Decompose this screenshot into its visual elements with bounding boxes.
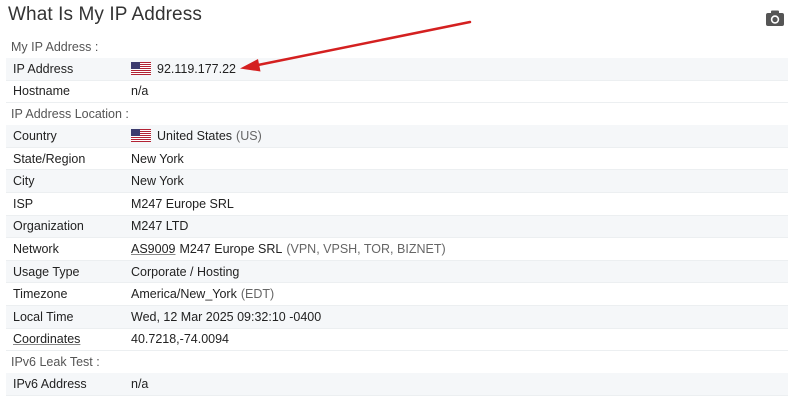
country-value: United States (US): [131, 129, 262, 143]
city-value: New York: [131, 174, 184, 189]
network-tags: (VPN, VPSH, TOR, BIZNET): [286, 241, 446, 256]
row-city: City New York: [6, 170, 788, 193]
city-label: City: [13, 174, 35, 189]
hostname-value: n/a: [131, 84, 149, 99]
local-time-label: Local Time: [13, 309, 74, 324]
row-local-time: Local Time Wed, 12 Mar 2025 09:32:10 -04…: [6, 305, 788, 329]
country-name: United States: [157, 128, 233, 143]
row-organization: Organization M247 LTD: [6, 215, 788, 239]
usage-type-value: Corporate / Hosting: [131, 264, 240, 279]
row-timezone: Timezone America/New_York (EDT): [6, 283, 788, 306]
state-value: New York: [131, 151, 184, 166]
us-flag-icon: [131, 129, 151, 143]
row-country: Country United States (US): [6, 125, 788, 148]
timezone-abbr: (EDT): [240, 287, 275, 302]
coordinates-value: 40.7218,-74.0094: [131, 332, 230, 347]
page-title: What Is My IP Address: [8, 4, 202, 25]
state-label: State/Region: [13, 151, 86, 166]
hostname-label: Hostname: [13, 84, 70, 99]
section-header-location: IP Address Location :: [6, 103, 788, 126]
timezone-name: America/New_York: [131, 287, 237, 302]
timezone-label: Timezone: [13, 287, 68, 302]
row-isp: ISP M247 Europe SRL: [6, 192, 788, 216]
row-state: State/Region New York: [6, 147, 788, 171]
section-header-ipv6: IPv6 Leak Test :: [6, 351, 788, 374]
row-coordinates: Coordinates 40.7218,-74.0094: [6, 328, 788, 352]
ip-address-text[interactable]: 92.119.177.22: [157, 62, 236, 76]
ipv6-address-value: n/a: [131, 376, 149, 391]
ipv6-address-label: IPv6 Address: [13, 376, 87, 391]
network-value: AS9009 M247 Europe SRL (VPN, VPSH, TOR, …: [131, 242, 446, 256]
usage-type-label: Usage Type: [13, 264, 80, 279]
timezone-value: America/New_York (EDT): [131, 287, 274, 301]
network-label: Network: [13, 241, 59, 256]
us-flag-icon: [131, 62, 151, 76]
country-code: (US): [236, 128, 262, 143]
isp-label: ISP: [13, 196, 34, 211]
row-network: Network AS9009 M247 Europe SRL (VPN, VPS…: [6, 238, 788, 261]
coordinates-label-link[interactable]: Coordinates: [6, 332, 131, 346]
network-as-link[interactable]: AS9009: [131, 242, 175, 256]
row-ip-address: IP Address 92.119.177.22: [6, 58, 788, 81]
row-ipv6-address: IPv6 Address n/a: [6, 373, 788, 396]
organization-value: M247 LTD: [131, 219, 189, 234]
ip-address-value: 92.119.177.22: [131, 62, 236, 76]
ip-info-table: My IP Address : IP Address 92.119.177.22…: [6, 36, 788, 396]
section-header-my-ip: My IP Address :: [6, 36, 788, 58]
network-name: M247 Europe SRL: [179, 241, 283, 256]
camera-icon[interactable]: [765, 9, 785, 27]
local-time-value: Wed, 12 Mar 2025 09:32:10 -0400: [131, 309, 322, 324]
country-label: Country: [13, 128, 57, 143]
row-usage-type: Usage Type Corporate / Hosting: [6, 260, 788, 284]
row-hostname: Hostname n/a: [6, 80, 788, 104]
organization-label: Organization: [13, 219, 84, 234]
ip-address-label: IP Address: [13, 61, 74, 76]
isp-value: M247 Europe SRL: [131, 196, 234, 211]
